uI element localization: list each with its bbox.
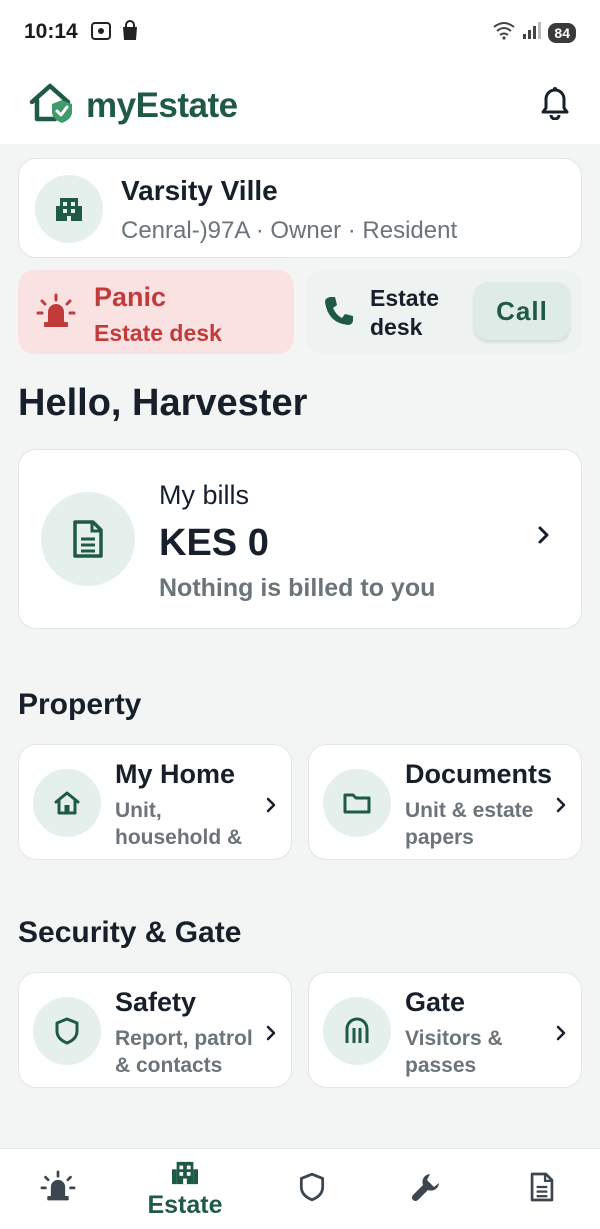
estate-details: Cenral-)97A · Owner · Resident (121, 217, 458, 244)
gate-subtitle: Visitors & passes (405, 1027, 503, 1077)
notification-bell-icon[interactable] (540, 86, 570, 125)
phone-icon (322, 294, 356, 333)
bills-label: My bills (159, 480, 250, 510)
chevron-right-icon (555, 1021, 567, 1049)
my-home-subtitle: Unit, household & (115, 799, 243, 849)
shield-icon (298, 1171, 326, 1208)
bills-amount: KES 0 (159, 522, 269, 564)
panic-button[interactable]: Panic Estate desk (18, 270, 294, 354)
shopping-bag-icon (120, 20, 140, 47)
gate-icon (323, 997, 391, 1065)
brand-name: myEstate (86, 85, 238, 125)
nav-item-documents[interactable] (512, 1149, 572, 1229)
documents-tile[interactable]: Documents Unit & estate papers (308, 744, 582, 860)
estate-desk-label: Estate desk (370, 285, 440, 340)
gate-title: Gate (405, 987, 466, 1017)
panic-title: Panic (94, 282, 167, 312)
signal-icon (522, 20, 542, 45)
documents-subtitle: Unit & estate papers (405, 799, 534, 849)
chevron-right-icon (265, 1021, 277, 1049)
document-icon (529, 1171, 555, 1208)
alarm-icon (36, 292, 76, 337)
battery-indicator: 84 (548, 22, 576, 43)
building-icon (35, 175, 103, 243)
estate-switcher-card[interactable]: Varsity Ville Cenral-)97A · Owner · Resi… (18, 158, 582, 258)
property-section-title: Property (18, 688, 142, 721)
folder-icon (323, 769, 391, 837)
nav-item-security[interactable] (282, 1149, 342, 1229)
screenshot-icon (90, 20, 112, 47)
security-section-title: Security & Gate (18, 916, 242, 949)
building-icon (171, 1160, 199, 1191)
panic-subtitle: Estate desk (94, 320, 222, 346)
greeting: Hello, Harvester (18, 382, 308, 424)
gate-tile[interactable]: Gate Visitors & passes (308, 972, 582, 1088)
chevron-right-icon (555, 793, 567, 821)
my-home-title: My Home (115, 759, 236, 789)
nav-item-panic[interactable] (28, 1149, 88, 1229)
safety-title: Safety (115, 987, 197, 1017)
chevron-right-icon (265, 793, 277, 821)
status-left-icons (90, 20, 140, 47)
wrench-icon (410, 1171, 442, 1208)
bills-card[interactable]: My bills KES 0 Nothing is billed to you (18, 449, 582, 629)
bills-note: Nothing is billed to you (159, 574, 436, 602)
documents-title: Documents (405, 759, 553, 789)
home-icon (33, 769, 101, 837)
status-right: 84 (492, 20, 576, 45)
safety-tile[interactable]: Safety Report, patrol & contacts (18, 972, 292, 1088)
safety-subtitle: Report, patrol & contacts (115, 1027, 253, 1077)
app-header: myEstate (0, 64, 600, 144)
call-button[interactable]: Call (474, 282, 570, 340)
estate-desk-panel: Estate desk Call (306, 270, 582, 354)
status-time: 10:14 (24, 20, 78, 43)
nav-label-estate: Estate (147, 1190, 223, 1219)
nav-item-maintenance[interactable] (396, 1149, 456, 1229)
status-bar: 10:14 84 (0, 0, 600, 64)
house-check-logo-icon (28, 82, 76, 129)
estate-name: Varsity Ville (121, 175, 278, 206)
nav-item-estate[interactable]: Estate (140, 1149, 230, 1229)
bottom-nav: Estate (0, 1148, 600, 1229)
alarm-icon (40, 1170, 76, 1209)
my-home-tile[interactable]: My Home Unit, household & (18, 744, 292, 860)
chevron-right-icon (537, 524, 551, 552)
bill-document-icon (41, 492, 135, 586)
logo[interactable]: myEstate (28, 82, 238, 129)
wifi-icon (492, 20, 516, 45)
shield-icon (33, 997, 101, 1065)
